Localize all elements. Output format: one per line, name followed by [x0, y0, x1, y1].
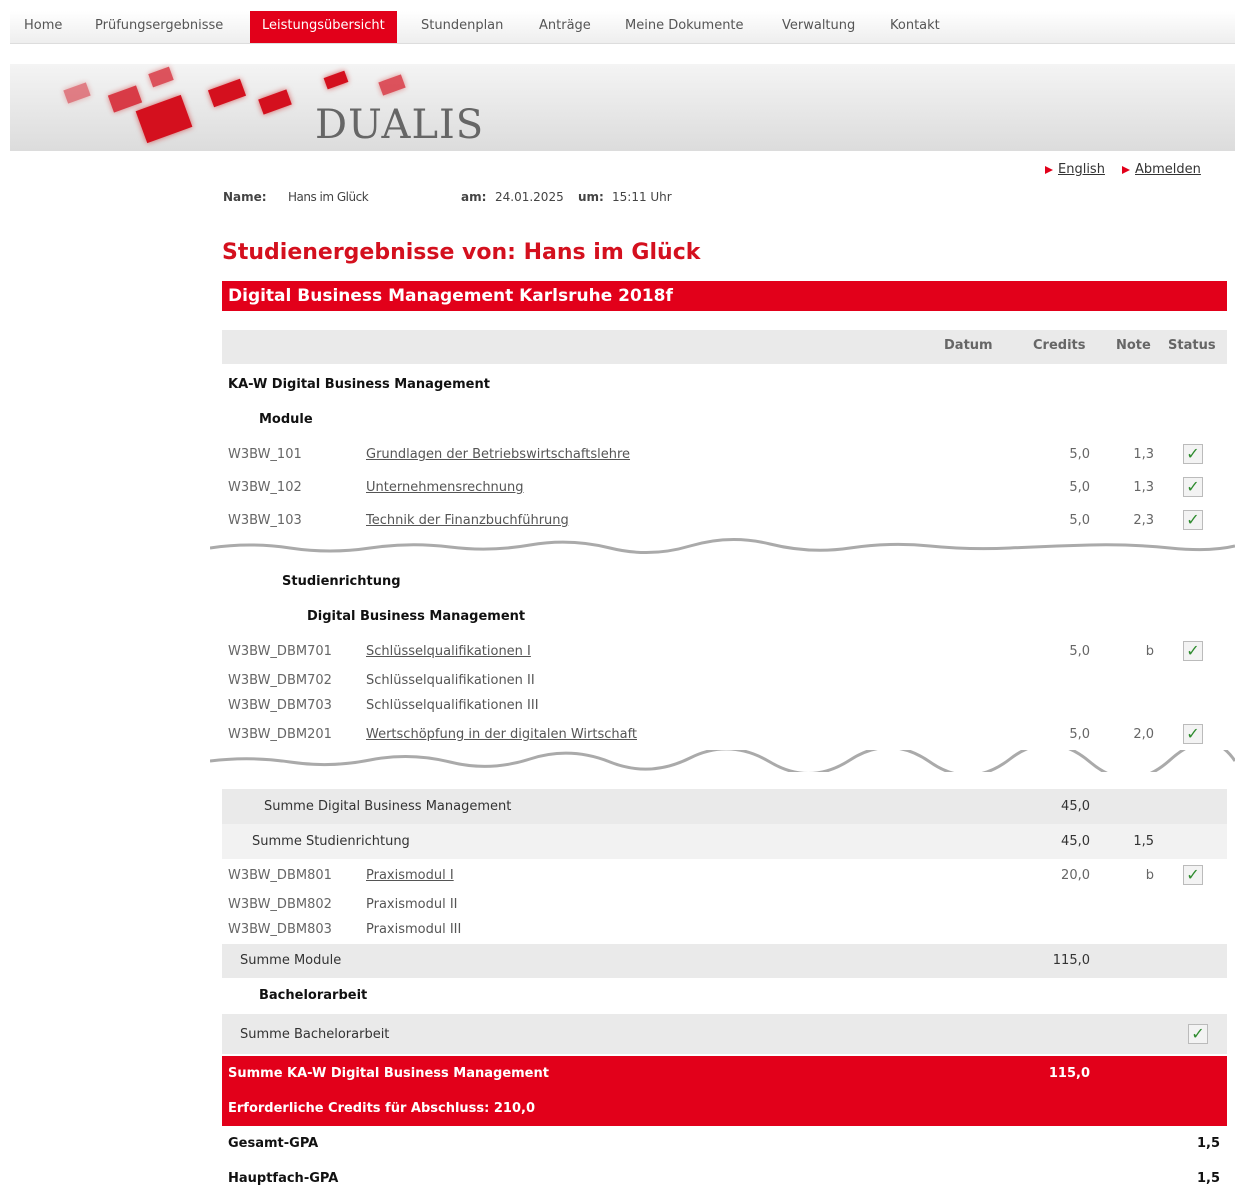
module-credits: 5,0 [1069, 727, 1090, 742]
module-note: 1,3 [1133, 447, 1154, 462]
required-credits: Erforderliche Credits für Abschluss: 210… [228, 1101, 535, 1116]
nav-stundenplan[interactable]: Stundenplan [409, 11, 515, 43]
module-note: 2,3 [1133, 513, 1154, 528]
module-code: W3BW_DBM702 [228, 673, 332, 688]
time-value: 15:11 Uhr [612, 190, 672, 204]
nav-home[interactable]: Home [12, 11, 74, 43]
module-name: Praxismodul III [366, 922, 462, 937]
arrow-right-icon [1045, 166, 1053, 174]
cut-divider [210, 538, 1235, 554]
nav-antraege[interactable]: Anträge [527, 11, 603, 43]
module-name: Schlüsselqualifikationen II [366, 673, 535, 688]
module-name: Schlüsselqualifikationen III [366, 698, 539, 713]
name-label: Name: [223, 190, 267, 204]
module-code: W3BW_DBM802 [228, 897, 332, 912]
module-code: W3BW_101 [228, 447, 302, 462]
module-note: 1,3 [1133, 480, 1154, 495]
module-code: W3BW_DBM701 [228, 644, 332, 659]
bachelor-heading: Bachelorarbeit [259, 988, 368, 1003]
total-label: Summe KA-W Digital Business Management [228, 1066, 549, 1081]
sum-studienrichtung-credits: 45,0 [1061, 834, 1090, 849]
gesamt-gpa-label: Gesamt-GPA [228, 1136, 319, 1151]
logout-link[interactable]: Abmelden [1135, 162, 1201, 177]
module-link[interactable]: Schlüsselqualifikationen I [366, 644, 531, 659]
module-code: W3BW_103 [228, 513, 302, 528]
studienrichtung-heading: Studienrichtung [282, 574, 401, 589]
english-link[interactable]: English [1058, 162, 1105, 177]
sum-module-credits: 115,0 [1052, 953, 1090, 968]
nav-leistungsuebersicht[interactable]: Leistungsübersicht [250, 11, 397, 43]
sum-module-label: Summe Module [240, 953, 342, 968]
top-navigation: Home Prüfungsergebnisse Leistungsübersic… [10, 11, 1235, 44]
column-datum: Datum [944, 338, 993, 353]
header-banner: DUALIS [10, 64, 1235, 151]
brand-name: DUALIS [315, 102, 485, 148]
module-credits: 5,0 [1069, 480, 1090, 495]
check-icon: ✓ [1183, 477, 1203, 497]
arrow-right-icon [1122, 166, 1130, 174]
date-label: am: [461, 190, 487, 204]
sum-dbm-label: Summe Digital Business Management [264, 799, 512, 814]
module-credits: 5,0 [1069, 644, 1090, 659]
module-credits: 5,0 [1069, 513, 1090, 528]
module-credits: 20,0 [1061, 868, 1090, 883]
nav-pruefungsergebnisse[interactable]: Prüfungsergebnisse [83, 11, 235, 43]
module-link[interactable]: Grundlagen der Betriebswirtschaftslehre [366, 447, 630, 462]
time-label: um: [578, 190, 604, 204]
check-icon: ✓ [1183, 444, 1203, 464]
nav-verwaltung[interactable]: Verwaltung [770, 11, 867, 43]
nav-kontakt[interactable]: Kontakt [878, 11, 952, 43]
name-value: Hans im Glück [288, 190, 369, 204]
check-icon: ✓ [1183, 510, 1203, 530]
module-code: W3BW_DBM801 [228, 868, 332, 883]
hauptfach-gpa-label: Hauptfach-GPA [228, 1171, 339, 1186]
hauptfach-gpa-value: 1,5 [1196, 1171, 1220, 1186]
date-value: 24.01.2025 [495, 190, 564, 204]
nav-meine-dokumente[interactable]: Meine Dokumente [613, 11, 756, 43]
check-icon: ✓ [1183, 724, 1203, 744]
module-link[interactable]: Praxismodul I [366, 868, 454, 883]
sum-dbm-credits: 45,0 [1061, 799, 1090, 814]
check-icon: ✓ [1183, 865, 1203, 885]
sum-studienrichtung-note: 1,5 [1133, 834, 1154, 849]
column-note: Note [1116, 338, 1151, 353]
column-status: Status [1168, 338, 1216, 353]
module-heading: Module [259, 412, 313, 427]
module-code: W3BW_DBM201 [228, 727, 332, 742]
module-link[interactable]: Wertschöpfung in der digitalen Wirtschaf… [366, 727, 637, 742]
cut-divider [210, 750, 1235, 772]
module-note: 2,0 [1133, 727, 1154, 742]
module-credits: 5,0 [1069, 447, 1090, 462]
dbm-heading: Digital Business Management [307, 609, 526, 624]
sum-bachelor-label: Summe Bachelorarbeit [240, 1027, 390, 1042]
column-credits: Credits [1033, 338, 1086, 353]
page-title: Studienergebnisse von: Hans im Glück [222, 240, 701, 265]
module-note: b [1145, 868, 1154, 883]
check-icon: ✓ [1188, 1024, 1208, 1044]
module-name: Praxismodul II [366, 897, 458, 912]
sum-studienrichtung-label: Summe Studienrichtung [252, 834, 410, 849]
module-code: W3BW_102 [228, 480, 302, 495]
module-note: b [1145, 644, 1154, 659]
module-code: W3BW_DBM703 [228, 698, 332, 713]
total-credits: 115,0 [1048, 1066, 1090, 1081]
check-icon: ✓ [1183, 641, 1203, 661]
section-title: KA-W Digital Business Management [228, 377, 490, 392]
module-link[interactable]: Technik der Finanzbuchführung [366, 513, 569, 528]
module-link[interactable]: Unternehmensrechnung [366, 480, 524, 495]
program-header: Digital Business Management Karlsruhe 20… [222, 281, 1227, 311]
module-code: W3BW_DBM803 [228, 922, 332, 937]
gesamt-gpa-value: 1,5 [1196, 1136, 1220, 1151]
